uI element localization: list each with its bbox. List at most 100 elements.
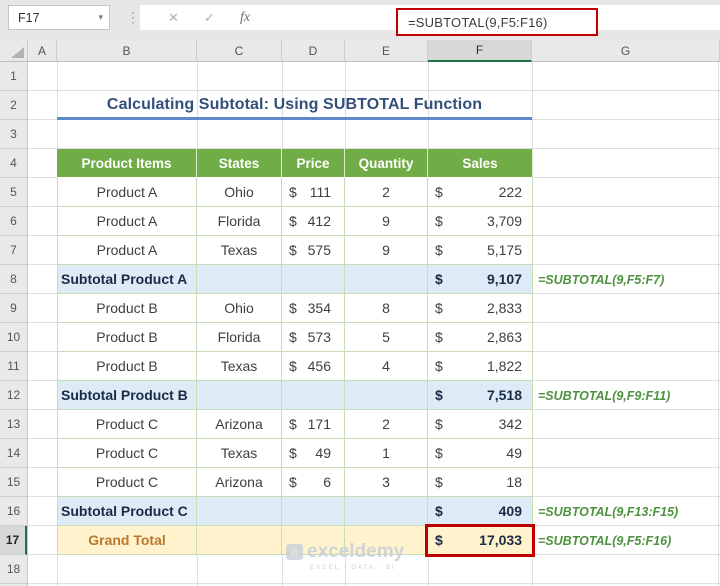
cell-price[interactable]: $111 xyxy=(282,178,345,207)
cell-quantity[interactable]: 4 xyxy=(345,352,428,381)
cell-quantity[interactable]: 1 xyxy=(345,439,428,468)
table-header-states[interactable]: States xyxy=(197,149,282,178)
cell-quantity[interactable]: 2 xyxy=(345,178,428,207)
column-header-D[interactable]: D xyxy=(282,40,345,62)
cell-price[interactable]: $575 xyxy=(282,236,345,265)
cancel-icon[interactable]: ✕ xyxy=(168,5,179,30)
cell-subtotal-label[interactable]: Subtotal Product A xyxy=(57,265,197,294)
cell-sales[interactable]: $1,822 xyxy=(428,352,533,381)
cell-empty[interactable] xyxy=(282,381,345,410)
row-header-10[interactable]: 10 xyxy=(0,323,27,352)
cell-product[interactable]: Product C xyxy=(57,410,197,439)
cell-product[interactable]: Product A xyxy=(57,178,197,207)
cell-empty[interactable] xyxy=(345,497,428,526)
cell-empty[interactable] xyxy=(282,265,345,294)
row-header-6[interactable]: 6 xyxy=(0,207,27,236)
cell-product[interactable]: Product C xyxy=(57,439,197,468)
row-header-5[interactable]: 5 xyxy=(0,178,27,207)
row-header-4[interactable]: 4 xyxy=(0,149,27,178)
column-header-A[interactable]: A xyxy=(28,40,57,62)
column-header-G[interactable]: G xyxy=(532,40,720,62)
cell-quantity[interactable]: 5 xyxy=(345,323,428,352)
cell-price[interactable]: $171 xyxy=(282,410,345,439)
cell-state[interactable]: Texas xyxy=(197,439,282,468)
cell-empty[interactable] xyxy=(197,381,282,410)
column-header-C[interactable]: C xyxy=(197,40,282,62)
cell-sales[interactable]: $342 xyxy=(428,410,533,439)
cell-price[interactable]: $412 xyxy=(282,207,345,236)
cell-empty[interactable] xyxy=(345,381,428,410)
row-header-3[interactable]: 3 xyxy=(0,120,27,149)
cell-sales[interactable]: $49 xyxy=(428,439,533,468)
cell-empty[interactable] xyxy=(197,526,282,555)
cell-sales[interactable]: $2,863 xyxy=(428,323,533,352)
cell-sales[interactable]: $18 xyxy=(428,468,533,497)
row-header-17[interactable]: 17 xyxy=(0,526,27,555)
row-header-16[interactable]: 16 xyxy=(0,497,27,526)
cell-product[interactable]: Product B xyxy=(57,352,197,381)
cell-empty[interactable] xyxy=(197,265,282,294)
row-header-15[interactable]: 15 xyxy=(0,468,27,497)
row-header-14[interactable]: 14 xyxy=(0,439,27,468)
amount-value: 49 xyxy=(315,445,331,461)
table-header-sales[interactable]: Sales xyxy=(428,149,533,178)
table-header-quantity[interactable]: Quantity xyxy=(345,149,428,178)
cell-price[interactable]: $6 xyxy=(282,468,345,497)
table-header-price[interactable]: Price xyxy=(282,149,345,178)
row-header-9[interactable]: 9 xyxy=(0,294,27,323)
cell-state[interactable]: Ohio xyxy=(197,178,282,207)
cell-product[interactable]: Product C xyxy=(57,468,197,497)
cell-sales[interactable]: $5,175 xyxy=(428,236,533,265)
cell-quantity[interactable]: 9 xyxy=(345,236,428,265)
row-header-7[interactable]: 7 xyxy=(0,236,27,265)
cell-quantity[interactable]: 3 xyxy=(345,468,428,497)
cell-quantity[interactable]: 8 xyxy=(345,294,428,323)
cell-subtotal-sales[interactable]: $9,107 xyxy=(428,265,533,294)
cell-empty[interactable] xyxy=(345,265,428,294)
cell-state[interactable]: Texas xyxy=(197,352,282,381)
table-header-product-items[interactable]: Product Items xyxy=(57,149,197,178)
cell-product[interactable]: Product A xyxy=(57,207,197,236)
cell-subtotal-sales[interactable]: $409 xyxy=(428,497,533,526)
column-header-B[interactable]: B xyxy=(57,40,197,62)
cell-product[interactable]: Product A xyxy=(57,236,197,265)
column-header-F[interactable]: F xyxy=(428,40,532,62)
cell-price[interactable]: $573 xyxy=(282,323,345,352)
cell-state[interactable]: Florida xyxy=(197,323,282,352)
currency-symbol: $ xyxy=(289,445,297,461)
cell-price[interactable]: $354 xyxy=(282,294,345,323)
cell-sales[interactable]: $222 xyxy=(428,178,533,207)
row-header-12[interactable]: 12 xyxy=(0,381,27,410)
cell-sales[interactable]: $3,709 xyxy=(428,207,533,236)
cell-empty[interactable] xyxy=(197,497,282,526)
cell-state[interactable]: Florida xyxy=(197,207,282,236)
row-header-18[interactable]: 18 xyxy=(0,555,27,584)
insert-function-icon[interactable]: fx xyxy=(240,5,250,30)
confirm-icon[interactable]: ✓ xyxy=(204,5,215,30)
row-header-2[interactable]: 2 xyxy=(0,91,27,120)
cell-subtotal-label[interactable]: Subtotal Product B xyxy=(57,381,197,410)
row-header-1[interactable]: 1 xyxy=(0,62,27,91)
column-header-E[interactable]: E xyxy=(345,40,428,62)
cell-quantity[interactable]: 2 xyxy=(345,410,428,439)
row-header-8[interactable]: 8 xyxy=(0,265,27,294)
cell-price[interactable]: $49 xyxy=(282,439,345,468)
row-header-11[interactable]: 11 xyxy=(0,352,27,381)
row-header-13[interactable]: 13 xyxy=(0,410,27,439)
cell-subtotal-label[interactable]: Subtotal Product C xyxy=(57,497,197,526)
cell-subtotal-sales[interactable]: $7,518 xyxy=(428,381,533,410)
cell-empty[interactable] xyxy=(282,497,345,526)
cell-product[interactable]: Product B xyxy=(57,294,197,323)
cell-state[interactable]: Arizona xyxy=(197,468,282,497)
formula-input[interactable]: =SUBTOTAL(9,F5:F16) xyxy=(396,8,598,36)
cell-price[interactable]: $456 xyxy=(282,352,345,381)
cell-state[interactable]: Texas xyxy=(197,236,282,265)
cell-sales[interactable]: $2,833 xyxy=(428,294,533,323)
chevron-down-icon[interactable]: ▾ xyxy=(98,12,109,23)
cell-quantity[interactable]: 9 xyxy=(345,207,428,236)
cell-state[interactable]: Ohio xyxy=(197,294,282,323)
cell-grand-total-label[interactable]: Grand Total xyxy=(57,526,197,555)
cell-product[interactable]: Product B xyxy=(57,323,197,352)
cell-name-box[interactable]: F17 ▾ xyxy=(8,5,110,30)
cell-state[interactable]: Arizona xyxy=(197,410,282,439)
